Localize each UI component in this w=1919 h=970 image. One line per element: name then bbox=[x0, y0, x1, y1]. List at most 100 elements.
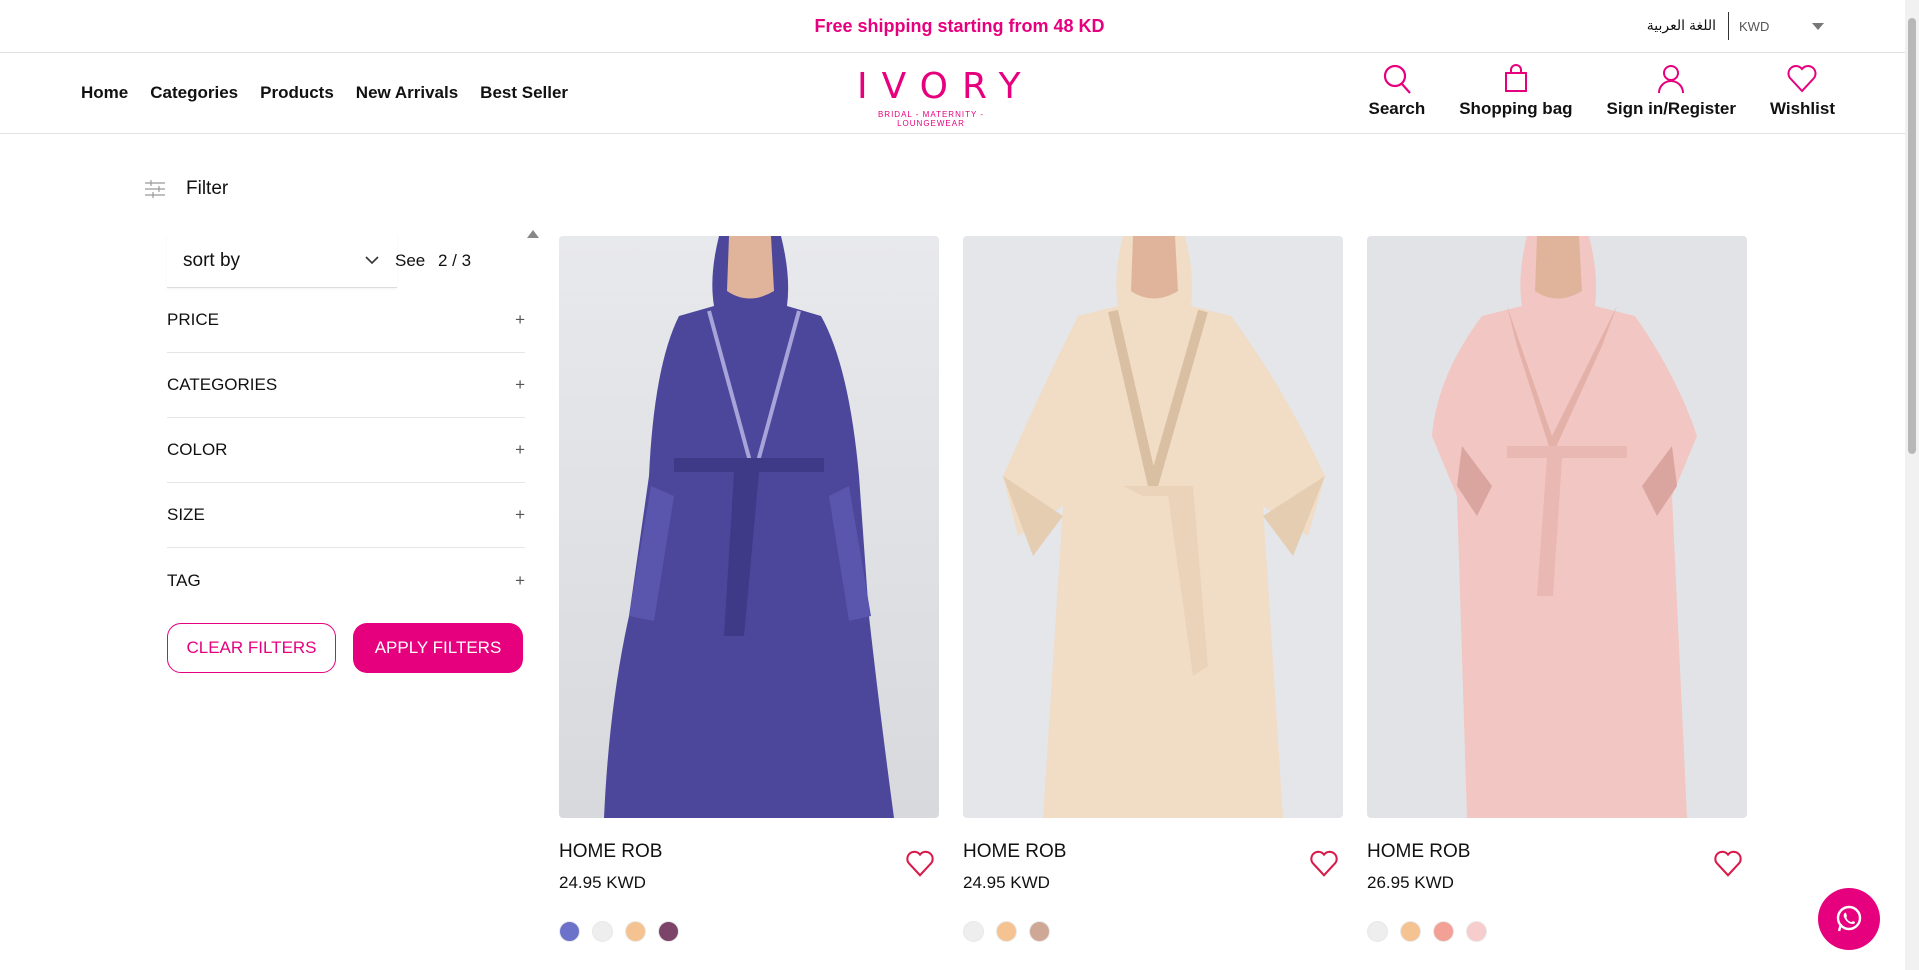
filter-section-tag[interactable]: TAG + bbox=[167, 548, 525, 613]
filter-toggle[interactable]: Filter bbox=[144, 178, 228, 200]
color-swatches bbox=[559, 921, 939, 942]
logo-wordmark: IVORY bbox=[857, 66, 1035, 107]
product-card[interactable]: HOME ROB 24.95 KWD bbox=[559, 236, 939, 942]
wishlist-heart-icon[interactable] bbox=[1309, 849, 1339, 879]
filter-section-size[interactable]: SIZE + bbox=[167, 483, 525, 548]
currency-value: KWD bbox=[1739, 18, 1770, 34]
color-swatch[interactable] bbox=[1029, 921, 1050, 942]
robe-illustration bbox=[1367, 236, 1747, 818]
color-swatch[interactable] bbox=[658, 921, 679, 942]
nav-products[interactable]: Products bbox=[260, 83, 334, 103]
nav-best-seller[interactable]: Best Seller bbox=[480, 83, 568, 103]
search-label: Search bbox=[1368, 99, 1426, 118]
sort-row: sort by See 2 / 3 bbox=[167, 234, 525, 288]
clear-filters-button[interactable]: CLEAR FILTERS bbox=[167, 623, 336, 673]
search-icon bbox=[1383, 64, 1411, 94]
filter-buttons: CLEAR FILTERS APPLY FILTERS bbox=[167, 613, 525, 673]
robe-illustration bbox=[559, 236, 939, 818]
color-swatch[interactable] bbox=[1433, 921, 1454, 942]
user-icon bbox=[1658, 65, 1685, 94]
product-name[interactable]: HOME ROB bbox=[559, 841, 939, 863]
promo-bar: Free shipping starting from 48 KD اللغة … bbox=[0, 0, 1919, 53]
product-image[interactable] bbox=[963, 236, 1343, 818]
locale-controls: اللغة العربية KWD bbox=[1647, 12, 1824, 40]
shopping-bag-label: Shopping bag bbox=[1459, 99, 1573, 118]
nav-home[interactable]: Home bbox=[81, 83, 128, 103]
color-swatches bbox=[1367, 921, 1747, 942]
filter-section-price[interactable]: PRICE + bbox=[167, 288, 525, 353]
page-scrollbar[interactable] bbox=[1905, 0, 1919, 970]
color-swatch[interactable] bbox=[559, 921, 580, 942]
wishlist-label: Wishlist bbox=[1769, 99, 1835, 118]
color-swatch[interactable] bbox=[996, 921, 1017, 942]
color-swatch[interactable] bbox=[963, 921, 984, 942]
product-name[interactable]: HOME ROB bbox=[1367, 841, 1747, 863]
color-swatch[interactable] bbox=[625, 921, 646, 942]
free-shipping-text: Free shipping starting from 48 KD bbox=[814, 15, 1105, 36]
color-swatch[interactable] bbox=[1466, 921, 1487, 942]
chevron-down-icon bbox=[1812, 22, 1824, 30]
sign-in-label: Sign in/Register bbox=[1606, 99, 1736, 118]
section-label: TAG bbox=[167, 570, 201, 590]
product-info: HOME ROB 24.95 KWD bbox=[963, 841, 1343, 942]
plus-icon: + bbox=[515, 440, 525, 459]
product-image[interactable] bbox=[559, 236, 939, 818]
apply-filters-button[interactable]: APPLY FILTERS bbox=[353, 623, 523, 673]
shopping-bag-icon bbox=[1504, 64, 1527, 92]
section-label: SIZE bbox=[167, 505, 205, 524]
see-label: See bbox=[395, 251, 426, 270]
search-button[interactable]: Search bbox=[1368, 63, 1426, 119]
chevron-down-icon bbox=[365, 256, 379, 265]
wishlist-button[interactable]: Wishlist bbox=[1770, 63, 1835, 119]
product-name[interactable]: HOME ROB bbox=[963, 841, 1343, 863]
sliders-icon bbox=[145, 180, 165, 198]
filter-label: Filter bbox=[186, 178, 229, 199]
main-nav: Home Categories Products New Arrivals Be… bbox=[81, 83, 568, 103]
sort-by-label: sort by bbox=[183, 249, 241, 271]
color-swatch[interactable] bbox=[592, 921, 613, 942]
sort-by-select[interactable]: sort by bbox=[167, 234, 397, 288]
see-value: 2 / 3 bbox=[437, 251, 472, 270]
ivory-logo[interactable]: IVORY BRIDAL - MATERNITY - LOUNGEWEAR bbox=[843, 66, 1035, 129]
nav-new-arrivals[interactable]: New Arrivals bbox=[356, 83, 458, 103]
grid-view-selector[interactable]: See 2 / 3 bbox=[395, 251, 471, 271]
main-header: Home Categories Products New Arrivals Be… bbox=[0, 53, 1919, 134]
wishlist-heart-icon[interactable] bbox=[1713, 849, 1743, 879]
product-card[interactable]: HOME ROB 26.95 KWD bbox=[1367, 236, 1747, 942]
product-price: 24.95 KWD bbox=[963, 873, 1050, 892]
shopping-bag-button[interactable]: Shopping bag bbox=[1459, 63, 1573, 119]
filter-section-color[interactable]: COLOR + bbox=[167, 418, 525, 483]
color-swatch[interactable] bbox=[1400, 921, 1421, 942]
product-image[interactable] bbox=[1367, 236, 1747, 818]
section-label: PRICE bbox=[167, 310, 219, 329]
whatsapp-icon bbox=[1836, 905, 1862, 932]
wishlist-heart-icon[interactable] bbox=[905, 849, 935, 879]
plus-icon: + bbox=[515, 505, 525, 524]
filter-sidebar: sort by See 2 / 3 PRICE + CATEGORIES + C… bbox=[167, 234, 525, 673]
plus-icon: + bbox=[515, 310, 525, 329]
logo-tagline: BRIDAL - MATERNITY - LOUNGEWEAR bbox=[877, 110, 985, 128]
section-label: CATEGORIES bbox=[167, 375, 278, 394]
filter-section-categories[interactable]: CATEGORIES + bbox=[167, 353, 525, 418]
product-price: 26.95 KWD bbox=[1367, 873, 1454, 892]
scrollbar-thumb[interactable] bbox=[1908, 18, 1916, 454]
header-actions: Search Shopping bag Sign in/Register Wis… bbox=[1369, 63, 1835, 119]
color-swatches bbox=[963, 921, 1343, 942]
plus-icon: + bbox=[515, 570, 525, 590]
color-swatch[interactable] bbox=[1367, 921, 1388, 942]
section-label: COLOR bbox=[167, 440, 228, 459]
product-card[interactable]: HOME ROB 24.95 KWD bbox=[963, 236, 1343, 942]
language-switch[interactable]: اللغة العربية bbox=[1647, 12, 1729, 40]
robe-illustration bbox=[963, 236, 1343, 818]
whatsapp-chat-button[interactable] bbox=[1818, 888, 1880, 950]
sign-in-button[interactable]: Sign in/Register bbox=[1607, 63, 1736, 119]
sidebar-scroll-up-arrow[interactable] bbox=[527, 230, 539, 238]
product-info: HOME ROB 24.95 KWD bbox=[559, 841, 939, 942]
product-price: 24.95 KWD bbox=[559, 873, 646, 892]
plus-icon: + bbox=[515, 375, 525, 394]
product-grid: HOME ROB 24.95 KWD HOME ROB 24.95 KWD HO… bbox=[559, 236, 1747, 942]
heart-icon bbox=[1788, 65, 1817, 93]
product-info: HOME ROB 26.95 KWD bbox=[1367, 841, 1747, 942]
currency-select[interactable]: KWD bbox=[1729, 19, 1824, 34]
nav-categories[interactable]: Categories bbox=[150, 83, 238, 103]
